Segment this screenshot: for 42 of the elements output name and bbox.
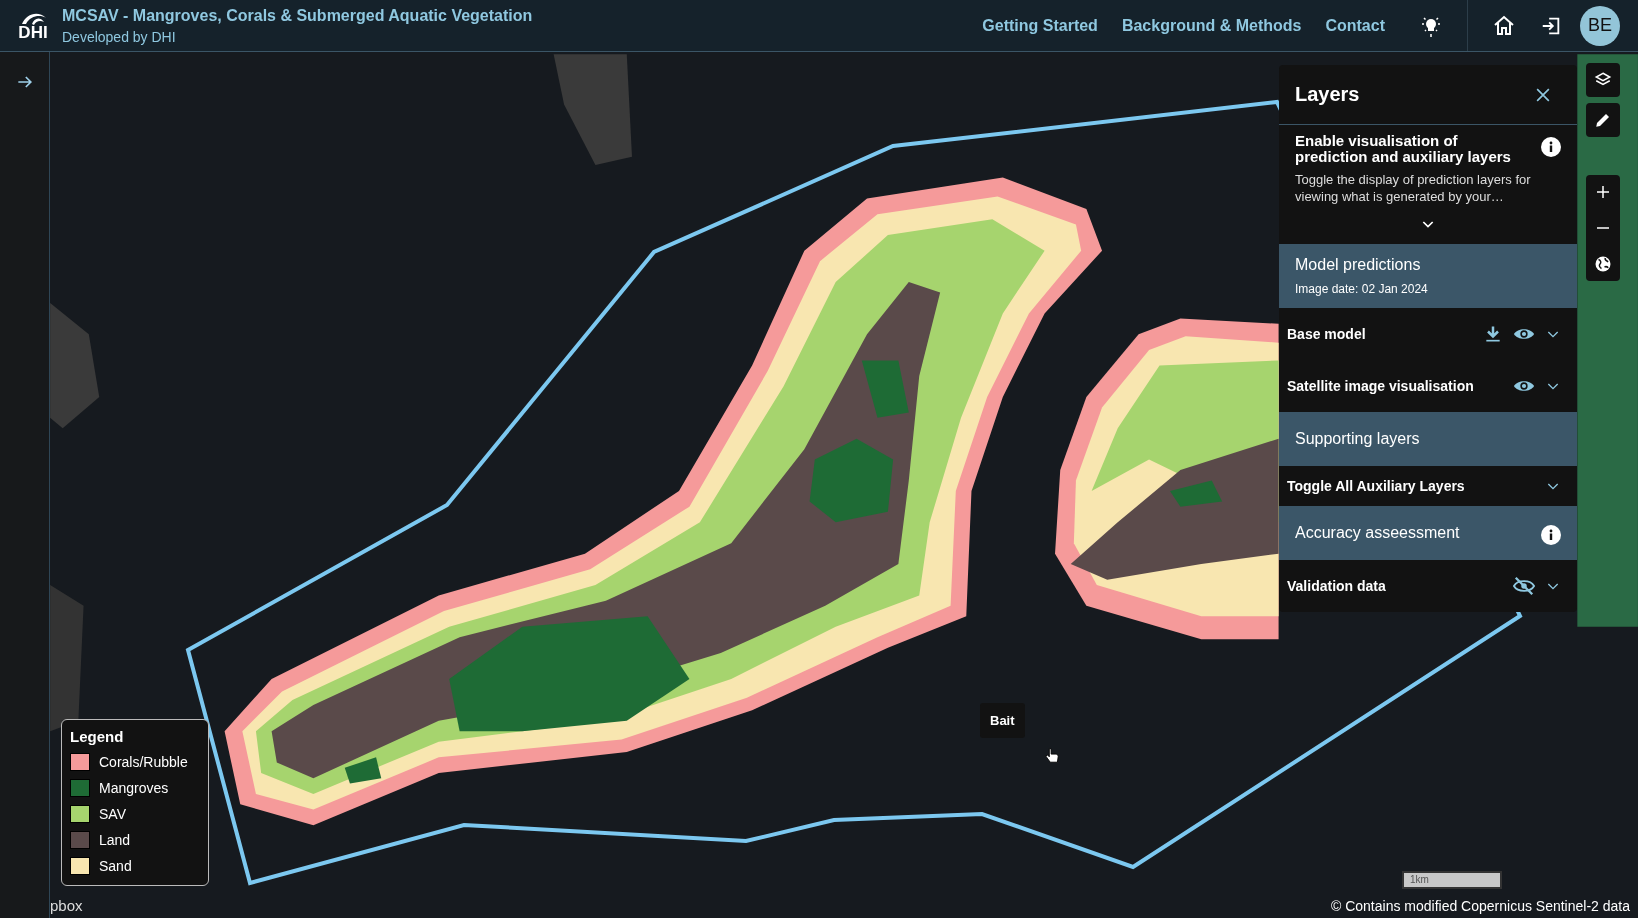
attribution-text: © Contains modified Copernicus Sentinel-2 data — [1330, 898, 1630, 914]
layer-label: Toggle All Auxiliary Layers — [1287, 477, 1465, 494]
logo-text: DHI — [18, 24, 48, 41]
pencil-icon[interactable] — [1594, 111, 1612, 129]
map-view[interactable] — [50, 52, 1638, 918]
info-icon[interactable] — [1541, 524, 1561, 545]
user-avatar[interactable]: BE — [1580, 5, 1620, 46]
hand-cursor-icon — [1043, 746, 1061, 764]
intro-text: Toggle the display of prediction layers for viewing what is generated by your… — [1295, 170, 1532, 206]
map-credit-text: pbox — [50, 897, 83, 914]
layer-label: Satellite image visualisation — [1287, 377, 1474, 394]
section-title: Accuracy asseessment — [1295, 523, 1460, 542]
section-title: Model predictions — [1295, 255, 1422, 274]
legend-label: Sand — [99, 858, 132, 874]
layer-label: Base model — [1287, 325, 1366, 342]
info-icon[interactable] — [1541, 137, 1561, 157]
home-icon[interactable] — [1492, 13, 1516, 38]
legend-title: Legend — [70, 728, 125, 745]
nav-link[interactable]: Contact — [1325, 16, 1385, 35]
logo[interactable]: DHI — [18, 10, 48, 41]
layer-row[interactable]: Base model — [1279, 307, 1577, 360]
nav-link[interactable]: Getting Started — [982, 16, 1098, 35]
section-subtitle: Image date: 02 Jan 2024 — [1295, 281, 1428, 296]
map-tooltip: Bait — [980, 703, 1025, 738]
legend-label: SAV — [99, 806, 126, 822]
intro-heading: Enable visualisation of prediction and auxiliary layers — [1295, 133, 1512, 165]
globe-icon[interactable] — [1594, 255, 1612, 273]
eye-slash-icon[interactable] — [1513, 574, 1535, 597]
layer-label: Validation data — [1287, 577, 1386, 594]
legend-label: Corals/Rubble — [99, 754, 188, 770]
app-subtitle: Developed by DHI — [62, 28, 177, 45]
layer-row[interactable]: Validation data — [1279, 559, 1577, 612]
layer-row[interactable]: Toggle All Auxiliary Layers — [1279, 465, 1577, 506]
nav-link[interactable]: Background & Methods — [1121, 16, 1302, 35]
panel-title: Layers — [1295, 83, 1360, 106]
section-title: Supporting layers — [1295, 429, 1420, 448]
app-title: MCSAV - Mangroves, Corals & Submerged Aquatic Vegetation — [62, 6, 533, 25]
legend-label: Mangroves — [99, 780, 169, 796]
zoom-in-icon[interactable] — [1594, 183, 1612, 201]
scale-bar: 1km — [1402, 871, 1502, 889]
legend-label: Land — [99, 832, 131, 848]
layer-row[interactable]: Satellite image visualisation — [1279, 359, 1577, 412]
